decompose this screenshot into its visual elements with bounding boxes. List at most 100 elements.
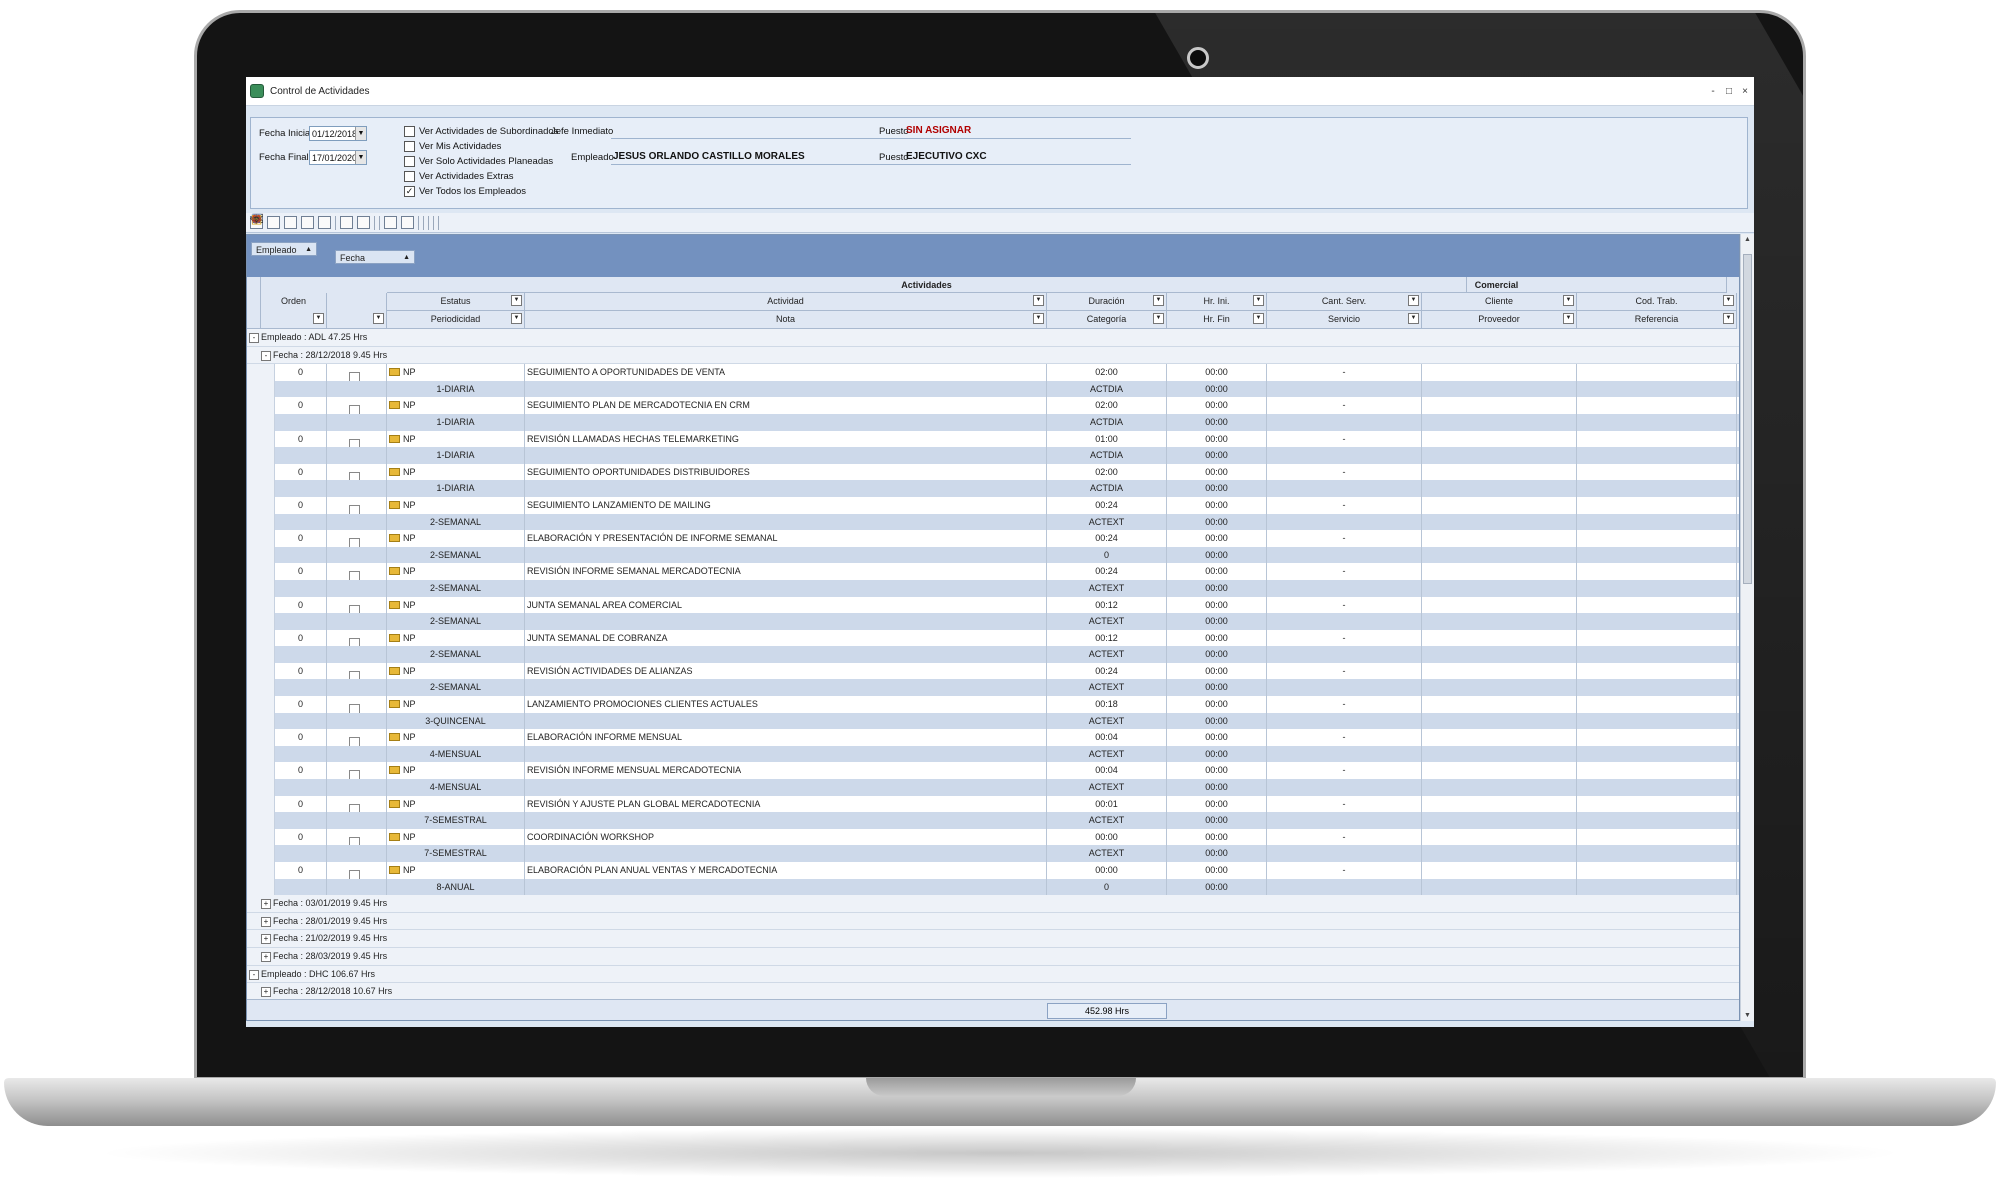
col-nota[interactable]: Nota ▼ <box>525 311 1047 329</box>
table-row[interactable]: 1-DIARIA ACTDIA 00:00 <box>247 380 1739 398</box>
table-row[interactable]: 0 NP SEGUIMIENTO A OPORTUNIDADES DE VENTA 0… <box>247 364 1739 381</box>
cell-check[interactable] <box>327 762 387 780</box>
close-button[interactable]: × <box>1738 86 1752 97</box>
checkbox-icon[interactable] <box>349 670 360 680</box>
col-cliente[interactable]: Cliente ▼ <box>1422 293 1577 311</box>
checkbox-icon[interactable] <box>349 405 360 414</box>
chevron-down-icon[interactable]: ▼ <box>355 127 366 140</box>
chevron-down-icon[interactable]: ▼ <box>1408 295 1419 306</box>
chevron-down-icon[interactable]: ▼ <box>511 295 522 306</box>
col-orden[interactable]: Orden ▼ <box>261 293 327 329</box>
document-icon[interactable] <box>401 216 414 229</box>
chevron-down-icon[interactable]: ▼ <box>1563 313 1574 324</box>
chevron-down-icon[interactable]: ▼ <box>355 151 366 164</box>
table-row[interactable]: 0 NP SEGUIMIENTO OPORTUNIDADES DISTRIBUIDO… <box>247 463 1739 481</box>
checkbox-icon[interactable] <box>349 571 360 580</box>
check-planeadas[interactable]: Ver Solo Actividades Planeadas <box>404 156 553 167</box>
table-row[interactable]: 0 NP JUNTA SEMANAL AREA COMERCIAL 00:12 00:0… <box>247 596 1739 614</box>
cell-check[interactable] <box>327 862 387 879</box>
col-duracion[interactable]: Duración ▼ <box>1047 293 1167 311</box>
checkbox-icon[interactable] <box>404 171 415 182</box>
table-row[interactable]: 2-SEMANAL ACTEXT 00:00 <box>247 613 1739 630</box>
checkbox-icon[interactable] <box>349 504 360 514</box>
col-actividad[interactable]: Actividad ▼ <box>525 293 1047 311</box>
table-row[interactable]: 2-SEMANAL ACTEXT 00:00 <box>247 513 1739 531</box>
table-row[interactable]: 0 NP COORDINACIÓN WORKSHOP 00:00 00:00- <box>247 828 1739 846</box>
table-row[interactable]: 0 NP ELABORACIÓN INFORME MENSUAL 00:04 00:00… <box>247 729 1739 746</box>
chevron-down-icon[interactable]: ▼ <box>313 313 324 324</box>
table-row[interactable]: 4-MENSUAL ACTEXT 00:00 <box>247 745 1739 763</box>
scroll-thumb[interactable] <box>1743 254 1752 584</box>
minimize-button[interactable]: - <box>1706 86 1720 97</box>
chevron-down-icon[interactable]: ▼ <box>1723 295 1734 306</box>
chevron-down-icon[interactable]: ▼ <box>1563 295 1574 306</box>
check-todos-empleados[interactable]: ✓ Ver Todos los Empleados <box>404 186 526 197</box>
check-subordinados[interactable]: Ver Actividades de Subordinados <box>404 126 558 137</box>
table-row[interactable]: 0 NP REVISIÓN LLAMADAS HECHAS TELEMARKETIN… <box>247 430 1739 448</box>
group-chip-empleado[interactable]: Empleado ▲ <box>251 242 317 256</box>
fecha-final-field[interactable]: 17/01/2020 ▼ <box>309 150 367 165</box>
cell-check[interactable] <box>327 496 387 514</box>
group-row-fecha[interactable]: + Fecha : 28/01/2019 9.45 Hrs <box>247 912 1739 931</box>
checkbox-icon[interactable] <box>349 737 360 746</box>
table-row[interactable]: 4-MENSUAL ACTEXT 00:00 <box>247 779 1739 796</box>
checkbox-icon[interactable] <box>349 637 360 647</box>
col-proveedor[interactable]: Proveedor ▼ <box>1422 311 1577 329</box>
table-row[interactable]: 2-SEMANAL ACTEXT 00:00 <box>247 646 1739 663</box>
chevron-down-icon[interactable]: ▼ <box>1253 313 1264 324</box>
cell-check[interactable] <box>327 828 387 846</box>
group-row-fecha[interactable]: + Fecha : 03/01/2019 9.45 Hrs <box>247 895 1739 913</box>
vertical-scrollbar[interactable]: ▲ ▼ <box>1740 234 1754 1021</box>
chevron-down-icon[interactable]: ▼ <box>1033 295 1044 306</box>
group-row-fecha[interactable]: - Fecha : 28/12/2018 9.45 Hrs <box>247 346 1739 365</box>
checkbox-icon[interactable] <box>349 870 360 879</box>
checkbox-icon[interactable] <box>404 126 415 137</box>
table-row[interactable]: 0 NP SEGUIMIENTO PLAN DE MERCADOTECNIA EN … <box>247 397 1739 414</box>
checkbox-icon[interactable] <box>349 704 360 713</box>
table-row[interactable]: 1-DIARIA ACTDIA 00:00 <box>247 480 1739 497</box>
col-check[interactable]: ▼ <box>327 293 387 329</box>
checkmark-icon[interactable]: ✓ <box>404 186 415 197</box>
expand-icon[interactable]: + <box>261 934 271 945</box>
table-row[interactable]: 0 NP REVISIÓN INFORME MENSUAL MERCADOTECNI… <box>247 762 1739 780</box>
group-row-empleado[interactable]: - Empleado : DHC 106.67 Hrs <box>247 965 1739 984</box>
cell-check[interactable] <box>327 596 387 614</box>
check-mis-actividades[interactable]: Ver Mis Actividades <box>404 141 501 152</box>
cell-check[interactable] <box>327 629 387 647</box>
cell-check[interactable] <box>327 530 387 547</box>
col-periodicidad[interactable]: Periodicidad ▼ <box>387 311 525 329</box>
cell-check[interactable] <box>327 463 387 481</box>
collapse-icon[interactable]: - <box>261 350 271 361</box>
checkbox-icon[interactable] <box>349 604 360 614</box>
col-categoria[interactable]: Categoría ▼ <box>1047 311 1167 329</box>
group-chip-fecha[interactable]: Fecha ▲ <box>335 250 415 264</box>
layout-icon[interactable] <box>284 216 297 229</box>
table-row[interactable]: 0 NP ELABORACIÓN PLAN ANUAL VENTAS Y MERCA… <box>247 862 1739 879</box>
table-row[interactable]: 0 NP REVISIÓN ACTIVIDADES DE ALIANZAS 00:24… <box>247 662 1739 680</box>
check-extras[interactable]: Ver Actividades Extras <box>404 171 514 182</box>
checkbox-icon[interactable] <box>404 141 415 152</box>
document-icon[interactable] <box>384 216 397 229</box>
col-hr-fin[interactable]: Hr. Fin ▼ <box>1167 311 1267 329</box>
table-row[interactable]: 2-SEMANAL 0 00:00 <box>247 546 1739 564</box>
columns-icon[interactable] <box>357 216 370 229</box>
chevron-down-icon[interactable]: ▼ <box>373 313 384 324</box>
group-row-empleado[interactable]: - Empleado : ADL 47.25 Hrs <box>247 329 1739 347</box>
table-row[interactable]: 7-SEMESTRAL ACTEXT 00:00 <box>247 845 1739 862</box>
cell-check[interactable] <box>327 563 387 580</box>
group-row-fecha[interactable]: + Fecha : 21/02/2019 9.45 Hrs <box>247 930 1739 948</box>
cell-check[interactable] <box>327 397 387 414</box>
chevron-down-icon[interactable]: ▼ <box>1033 313 1044 324</box>
chevron-down-icon[interactable]: ▼ <box>1723 313 1734 324</box>
expand-icon[interactable]: + <box>261 951 271 962</box>
checkbox-icon[interactable] <box>349 538 360 547</box>
col-estatus[interactable]: Estatus ▼ <box>387 293 525 311</box>
maximize-button[interactable]: □ <box>1722 86 1736 97</box>
scroll-down-icon[interactable]: ▼ <box>1744 1012 1751 1019</box>
col-hr-ini[interactable]: Hr. Ini. ▼ <box>1167 293 1267 311</box>
table-row[interactable]: 2-SEMANAL ACTEXT 00:00 <box>247 679 1739 697</box>
checkbox-icon[interactable] <box>349 438 360 448</box>
chevron-down-icon[interactable]: ▼ <box>511 313 522 324</box>
chevron-down-icon[interactable]: ▼ <box>1253 295 1264 306</box>
grid-icon[interactable] <box>301 216 314 229</box>
